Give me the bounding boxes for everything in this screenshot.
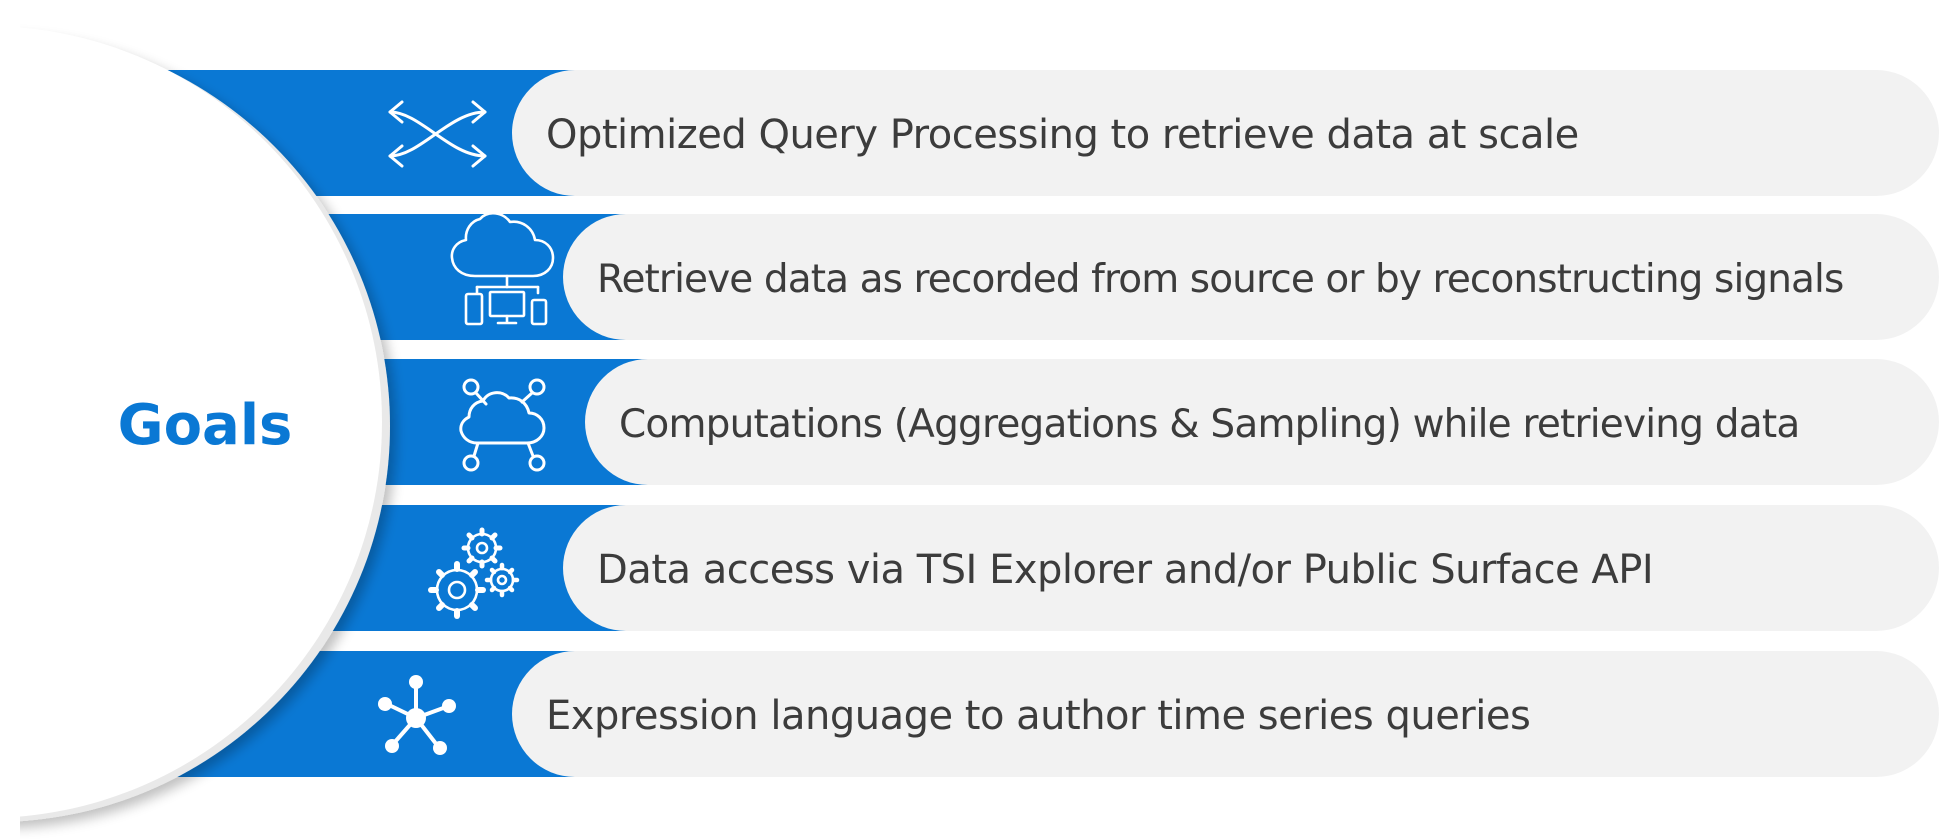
goal-text-computations: Computations (Aggregations & Sampling) w… — [619, 401, 1800, 447]
goal-text-data-access: Data access via TSI Explorer and/or Publ… — [597, 547, 1654, 593]
goals-title: Goals — [117, 392, 293, 458]
goal-text-expression-language: Expression language to author time serie… — [546, 693, 1531, 739]
goal-text-query-processing: Optimized Query Processing to retrieve d… — [546, 112, 1579, 158]
goal-text-retrieve-data: Retrieve data as recorded from source or… — [597, 256, 1844, 302]
goals-diagram: Goals Optimized Query Processing to retr… — [0, 0, 1939, 839]
